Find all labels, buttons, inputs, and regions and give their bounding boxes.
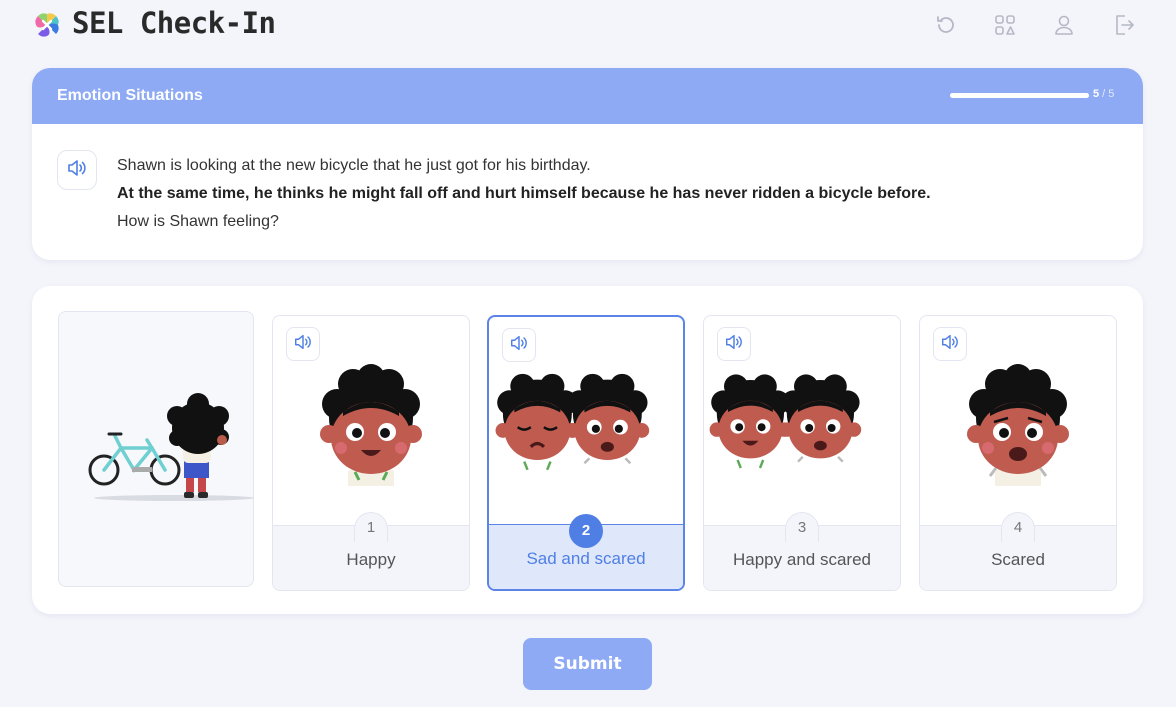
scene-illustration — [58, 311, 254, 587]
answer-label: Happy — [346, 550, 396, 569]
answer-card-1[interactable]: 1 Happy — [272, 315, 470, 591]
answer-number: 1 — [354, 512, 388, 542]
read-aloud-button[interactable] — [57, 150, 97, 190]
answer-label: Sad and scared — [526, 549, 646, 568]
question-prompt: How is Shawn feeling? — [117, 213, 279, 230]
question-line-emphasis: At the same time, he thinks he might fal… — [117, 185, 931, 202]
answer-card-2[interactable]: 2 Sad and scared — [487, 315, 685, 591]
user-icon[interactable] — [1051, 12, 1077, 38]
answer-card-4[interactable]: 4 Scared — [919, 315, 1117, 591]
answer-number: 2 — [569, 514, 603, 548]
progress-bar — [950, 93, 1089, 98]
submit-button[interactable]: Submit — [523, 638, 652, 690]
question-header: Emotion Situations 5 / 5 — [32, 68, 1143, 124]
question-text: Shawn is looking at the new bicycle that… — [117, 152, 931, 236]
speaker-icon — [66, 157, 88, 184]
grid-icon[interactable] — [992, 12, 1018, 38]
progress-text: 5 / 5 — [1093, 88, 1115, 100]
answer-label: Scared — [991, 550, 1045, 569]
happy-face-image — [320, 364, 422, 486]
progress-fill — [950, 93, 1089, 98]
question-panel: Emotion Situations 5 / 5 Shawn is lookin… — [32, 68, 1143, 260]
answers-panel: 1 Happy 2 Sad and scared 3 Happy and sca… — [32, 286, 1143, 614]
logo-icon — [32, 10, 62, 40]
refresh-icon[interactable] — [933, 12, 959, 38]
happy-and-scared-faces-image — [709, 374, 862, 469]
scared-face-image — [967, 364, 1069, 486]
app-title: SEL Check-In — [72, 6, 276, 40]
answer-card-3[interactable]: 3 Happy and scared — [703, 315, 901, 591]
answer-label: Happy and scared — [733, 550, 871, 569]
answer-number: 4 — [1001, 512, 1035, 542]
answer-number: 3 — [785, 512, 819, 542]
logout-icon[interactable] — [1111, 12, 1137, 38]
sad-and-scared-faces-image — [495, 373, 650, 471]
section-title: Emotion Situations — [57, 87, 203, 104]
top-bar: SEL Check-In — [0, 0, 1176, 52]
question-line: Shawn is looking at the new bicycle that… — [117, 157, 591, 174]
